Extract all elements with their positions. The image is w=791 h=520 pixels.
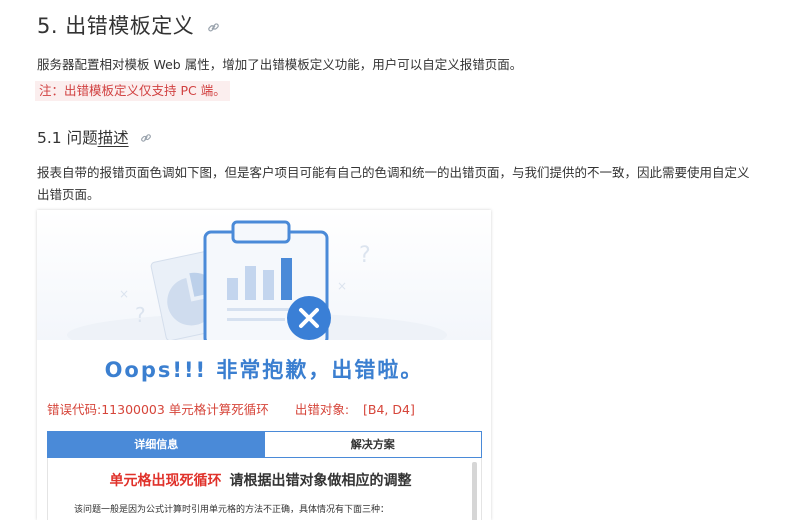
subsection-title-text: 5.1 问题 xyxy=(37,129,98,147)
oops-headline: Oops!!! 非常抱歉，出错啦。 xyxy=(104,358,424,382)
clipboard-chart-illustration: ? ? × × xyxy=(67,220,447,357)
tab-solution[interactable]: 解决方案 xyxy=(264,432,481,457)
svg-text:×: × xyxy=(119,287,129,301)
tab-details[interactable]: 详细信息 xyxy=(48,432,265,457)
pc-only-note: 注：出错模板定义仅支持 PC 端。 xyxy=(35,81,230,101)
panel-headline: 单元格出现死循环 请根据出错对象做相应的调整 xyxy=(48,470,473,490)
svg-text:?: ? xyxy=(135,303,146,327)
section-title: 5. 出错模板定义 xyxy=(37,10,220,40)
panel-title-red: 单元格出现死循环 xyxy=(109,473,222,489)
error-illustration: ? ? × × xyxy=(37,210,491,357)
subsection-title: 5.1 问题描述 xyxy=(37,126,152,148)
error-page-screenshot: ? ? × × Oops!!! 非常抱歉，出错啦。 错误代码:11300003 … xyxy=(37,210,491,520)
intro-paragraph: 服务器配置相对模板 Web 属性，增加了出错模板定义功能，用户可以自定义报错页面… xyxy=(37,57,523,72)
details-panel: 单元格出现死循环 请根据出错对象做相应的调整 该问题一般是因为公式计算时引用单元格… xyxy=(47,458,482,520)
error-target-label: 出错对象: xyxy=(294,402,350,417)
panel-description: 该问题一般是因为公式计算时引用单元格的方法不正确，具体情况有下面三种： xyxy=(74,505,390,515)
panel-title-dark: 请根据出错对象做相应的调整 xyxy=(229,473,412,489)
error-code: 错误代码:11300003 单元格计算死循环 xyxy=(47,402,269,417)
svg-text:?: ? xyxy=(359,243,371,268)
section-title-text: 5. 出错模板定义 xyxy=(37,14,195,38)
close-icon xyxy=(287,296,331,340)
svg-text:×: × xyxy=(337,279,347,293)
link-icon[interactable] xyxy=(140,130,152,148)
subsection-title-underlined: 描述 xyxy=(97,129,129,147)
error-target-value: [B4, D4] xyxy=(363,402,415,417)
error-info-line: 错误代码:11300003 单元格计算死循环 出错对象: [B4, D4] xyxy=(47,399,415,418)
problem-paragraph: 报表自带的报错页面色调如下图，但是客户项目可能有自己的色调和统一的出错页面，与我… xyxy=(37,165,750,202)
error-tabs: 详细信息 解决方案 xyxy=(47,431,482,458)
link-icon[interactable] xyxy=(207,15,220,39)
